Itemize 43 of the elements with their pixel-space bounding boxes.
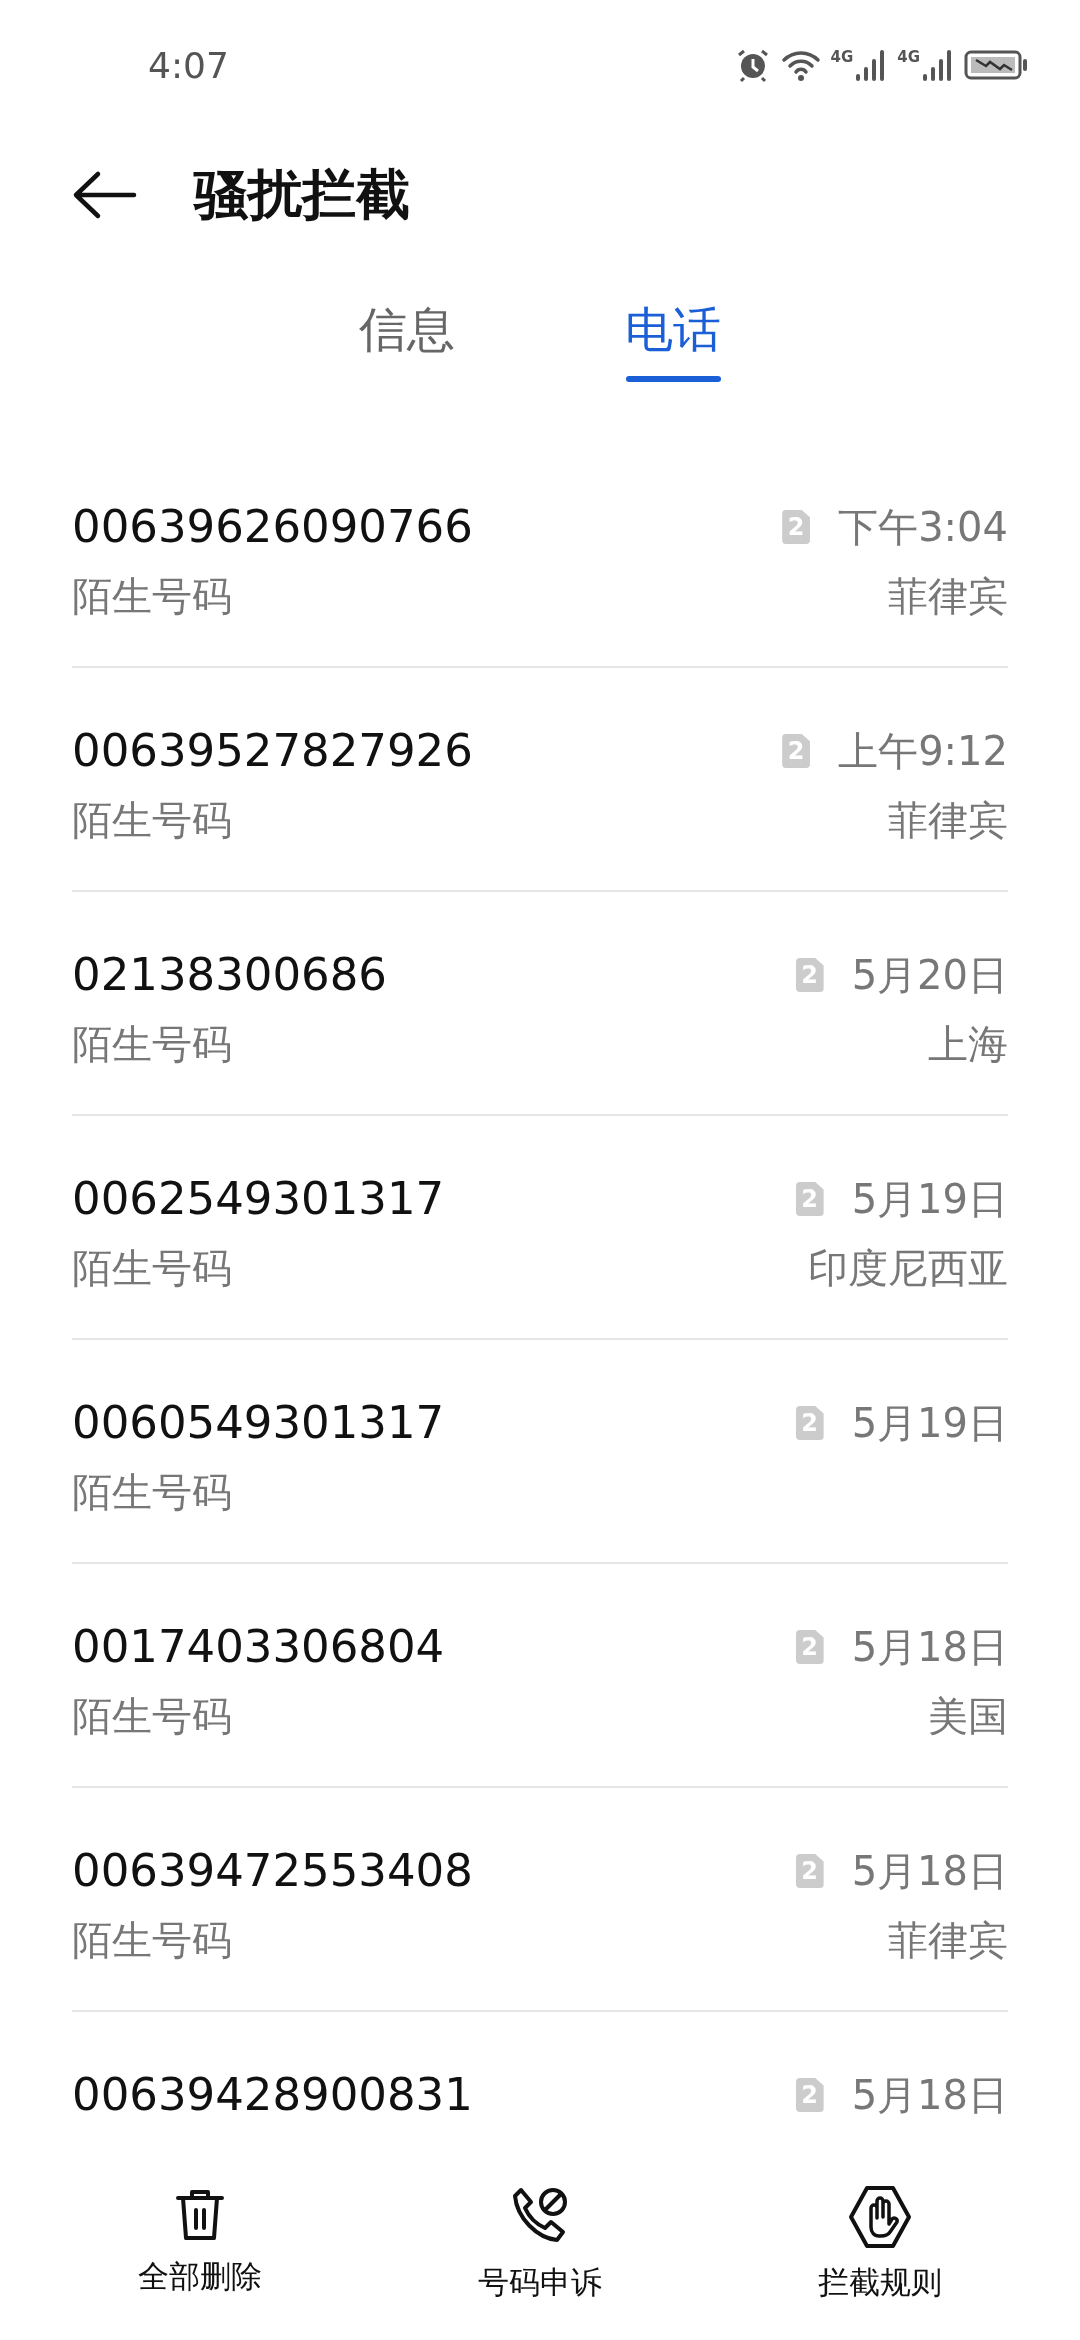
caller-label: 陌生号码 [72, 1020, 233, 1069]
caller-location: 菲律宾 [888, 1916, 1008, 1965]
phone-number: 00639472553408 [72, 1843, 473, 1899]
caller-location: 上海 [928, 1020, 1008, 1069]
phone-number: 0017403306804 [72, 1619, 445, 1675]
caller-location: 菲律宾 [888, 796, 1008, 845]
call-time: 5月18日 [851, 1623, 1008, 1672]
wifi-icon [780, 48, 821, 82]
battery-icon [964, 48, 1030, 82]
call-time: 5月19日 [851, 1399, 1008, 1448]
phone-number: 0060549301317 [72, 1395, 445, 1451]
caller-location: 菲律宾 [888, 572, 1008, 621]
caller-location: 印度尼西亚 [808, 1244, 1008, 1293]
caller-label: 陌生号码 [72, 1692, 233, 1741]
network-type: 4G [897, 48, 920, 66]
call-time: 下午3:04 [838, 503, 1008, 552]
call-time: 5月18日 [851, 1847, 1008, 1896]
caller-label: 陌生号码 [72, 796, 233, 845]
phone-number: 00639428900831 [72, 2067, 473, 2123]
back-button[interactable] [72, 170, 138, 220]
caller-label: 陌生号码 [72, 1468, 233, 1517]
caller-location: 美国 [928, 1692, 1008, 1741]
caller-label: 陌生号码 [72, 1244, 233, 1293]
network-type: 4G [830, 48, 854, 66]
stop-hand-icon [847, 2184, 913, 2250]
rules-button[interactable]: 拦截规则 [770, 2184, 990, 2304]
phone-number: 0062549301317 [72, 1171, 445, 1227]
delete-button[interactable]: 全部删除 [90, 2184, 310, 2304]
tab[interactable]: 电话 [625, 270, 721, 390]
call-time: 5月18日 [851, 2071, 1008, 2120]
call-time: 5月19日 [851, 1175, 1008, 1224]
page-title: 骚扰拦截 [194, 161, 410, 228]
caller-label: 陌生号码 [72, 572, 233, 621]
appeal-button[interactable]: 号码申诉 [430, 2184, 650, 2304]
status-time: 4:07 [148, 44, 230, 86]
phone-number: 00639626090766 [72, 499, 473, 555]
phone-number: 02138300686 [72, 947, 387, 1003]
caller-label: 陌生号码 [72, 1916, 233, 1965]
phone-number: 00639527827926 [72, 723, 473, 779]
call-time: 上午9:12 [838, 727, 1008, 776]
tab[interactable]: 信息 [359, 270, 455, 390]
signal-icon [922, 48, 954, 82]
call-time: 5月20日 [851, 951, 1008, 1000]
